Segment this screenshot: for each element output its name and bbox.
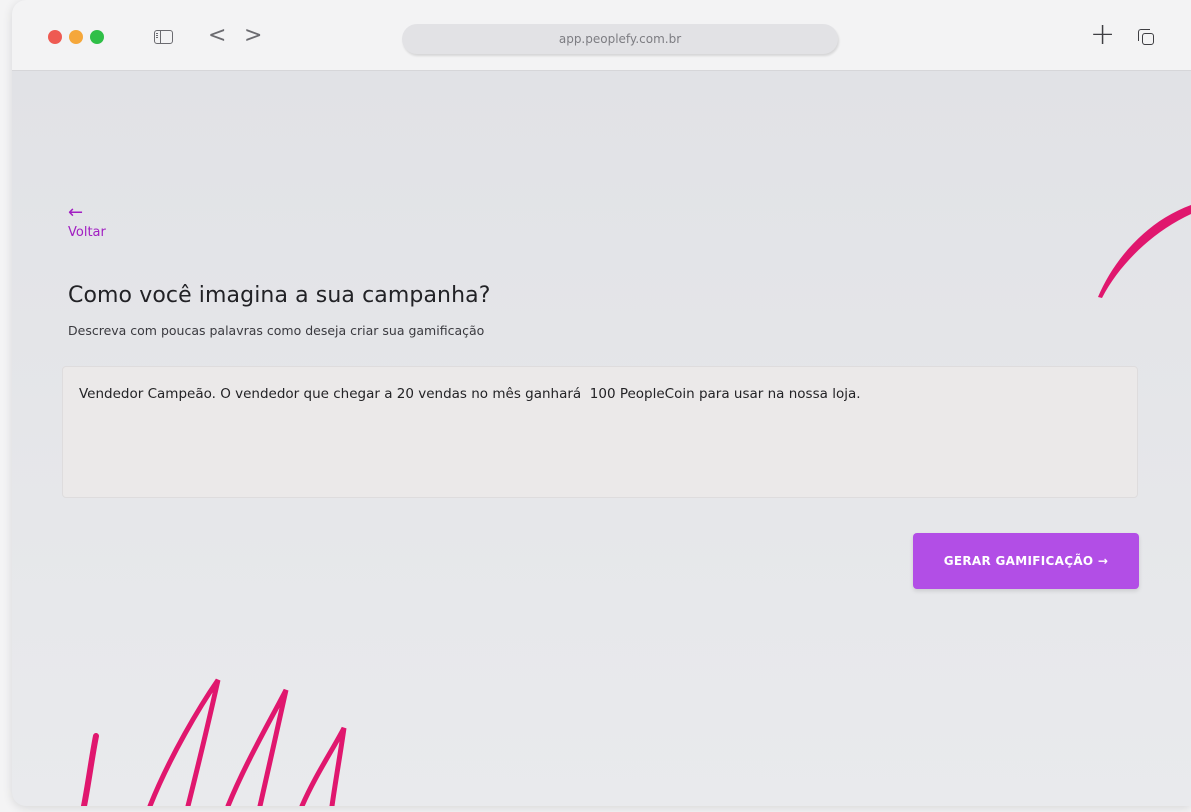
address-bar[interactable]: app.peoplefy.com.br <box>402 24 838 54</box>
browser-window: < > app.peoplefy.com.br + ← Voltar Como … <box>12 0 1191 806</box>
page-content: ← Voltar Como você imagina a sua campanh… <box>12 71 1191 806</box>
decorative-arc-shape <box>1098 205 1191 298</box>
generate-gamification-button[interactable]: GERAR GAMIFICAÇÃO → <box>913 533 1139 589</box>
chevron-left-icon[interactable]: < <box>208 24 226 48</box>
arrow-left-icon: ← <box>68 202 84 223</box>
browser-toolbar: < > app.peoplefy.com.br + <box>12 0 1191 71</box>
back-link[interactable]: ← Voltar <box>68 202 106 241</box>
minimize-window-button[interactable] <box>69 30 83 44</box>
plus-icon[interactable]: + <box>1090 18 1115 52</box>
back-link-label: Voltar <box>68 225 106 240</box>
page-subtitle: Descreva com poucas palavras como deseja… <box>68 323 485 338</box>
decorative-brush-strokes <box>81 678 347 806</box>
page-title: Como você imagina a sua campanha? <box>68 283 491 308</box>
close-window-button[interactable] <box>48 30 62 44</box>
chevron-right-icon[interactable]: > <box>244 24 262 48</box>
campaign-description-input[interactable] <box>62 366 1138 498</box>
sidebar-icon[interactable] <box>154 30 173 44</box>
tabs-icon[interactable] <box>1138 29 1154 45</box>
maximize-window-button[interactable] <box>90 30 104 44</box>
